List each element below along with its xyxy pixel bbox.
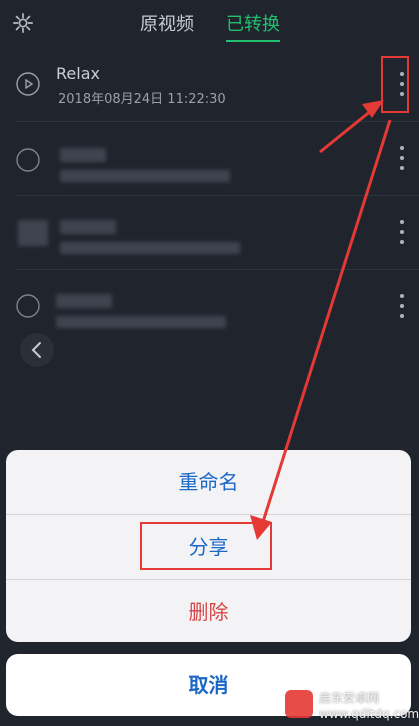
play-icon[interactable]	[16, 72, 40, 96]
item-title: Relax	[56, 64, 100, 83]
back-button[interactable]	[20, 333, 54, 367]
more-options-icon[interactable]	[397, 142, 407, 174]
rename-button[interactable]: 重命名	[6, 450, 411, 514]
watermark-logo	[285, 690, 313, 718]
list-item[interactable]: Relax 2018年08月24日 11:22:30	[0, 48, 419, 122]
blurred-subtitle	[60, 170, 230, 182]
gear-icon[interactable]	[12, 12, 34, 34]
active-tab-indicator	[226, 40, 280, 42]
chevron-left-icon	[31, 342, 41, 358]
annotation-highlight-share	[140, 522, 272, 570]
blurred-title	[56, 294, 112, 308]
play-icon[interactable]	[16, 148, 40, 172]
item-datetime: 2018年08月24日 11:22:30	[58, 92, 226, 107]
play-icon[interactable]	[16, 294, 40, 318]
more-options-icon[interactable]	[397, 216, 407, 248]
watermark-url: www.qdltdq.com	[319, 707, 419, 721]
watermark: 启东安卓网 www.qdltdq.com	[285, 690, 419, 722]
watermark-title: 启东安卓网	[319, 691, 380, 705]
list-item-blurred[interactable]	[0, 122, 419, 196]
delete-button[interactable]: 删除	[6, 580, 411, 642]
blurred-subtitle	[60, 242, 240, 254]
more-options-icon[interactable]	[397, 290, 407, 322]
list-item-blurred[interactable]	[0, 196, 419, 270]
blurred-title	[60, 220, 116, 234]
blurred-title	[60, 148, 106, 162]
blurred-icon	[18, 220, 48, 246]
tab-original-video[interactable]: 原视频	[140, 10, 194, 36]
list-item-blurred[interactable]	[0, 270, 419, 344]
blurred-subtitle	[56, 316, 226, 328]
annotation-highlight-more	[381, 56, 409, 113]
tab-converted[interactable]: 已转换	[226, 10, 280, 36]
top-bar: 原视频 已转换	[0, 0, 419, 48]
